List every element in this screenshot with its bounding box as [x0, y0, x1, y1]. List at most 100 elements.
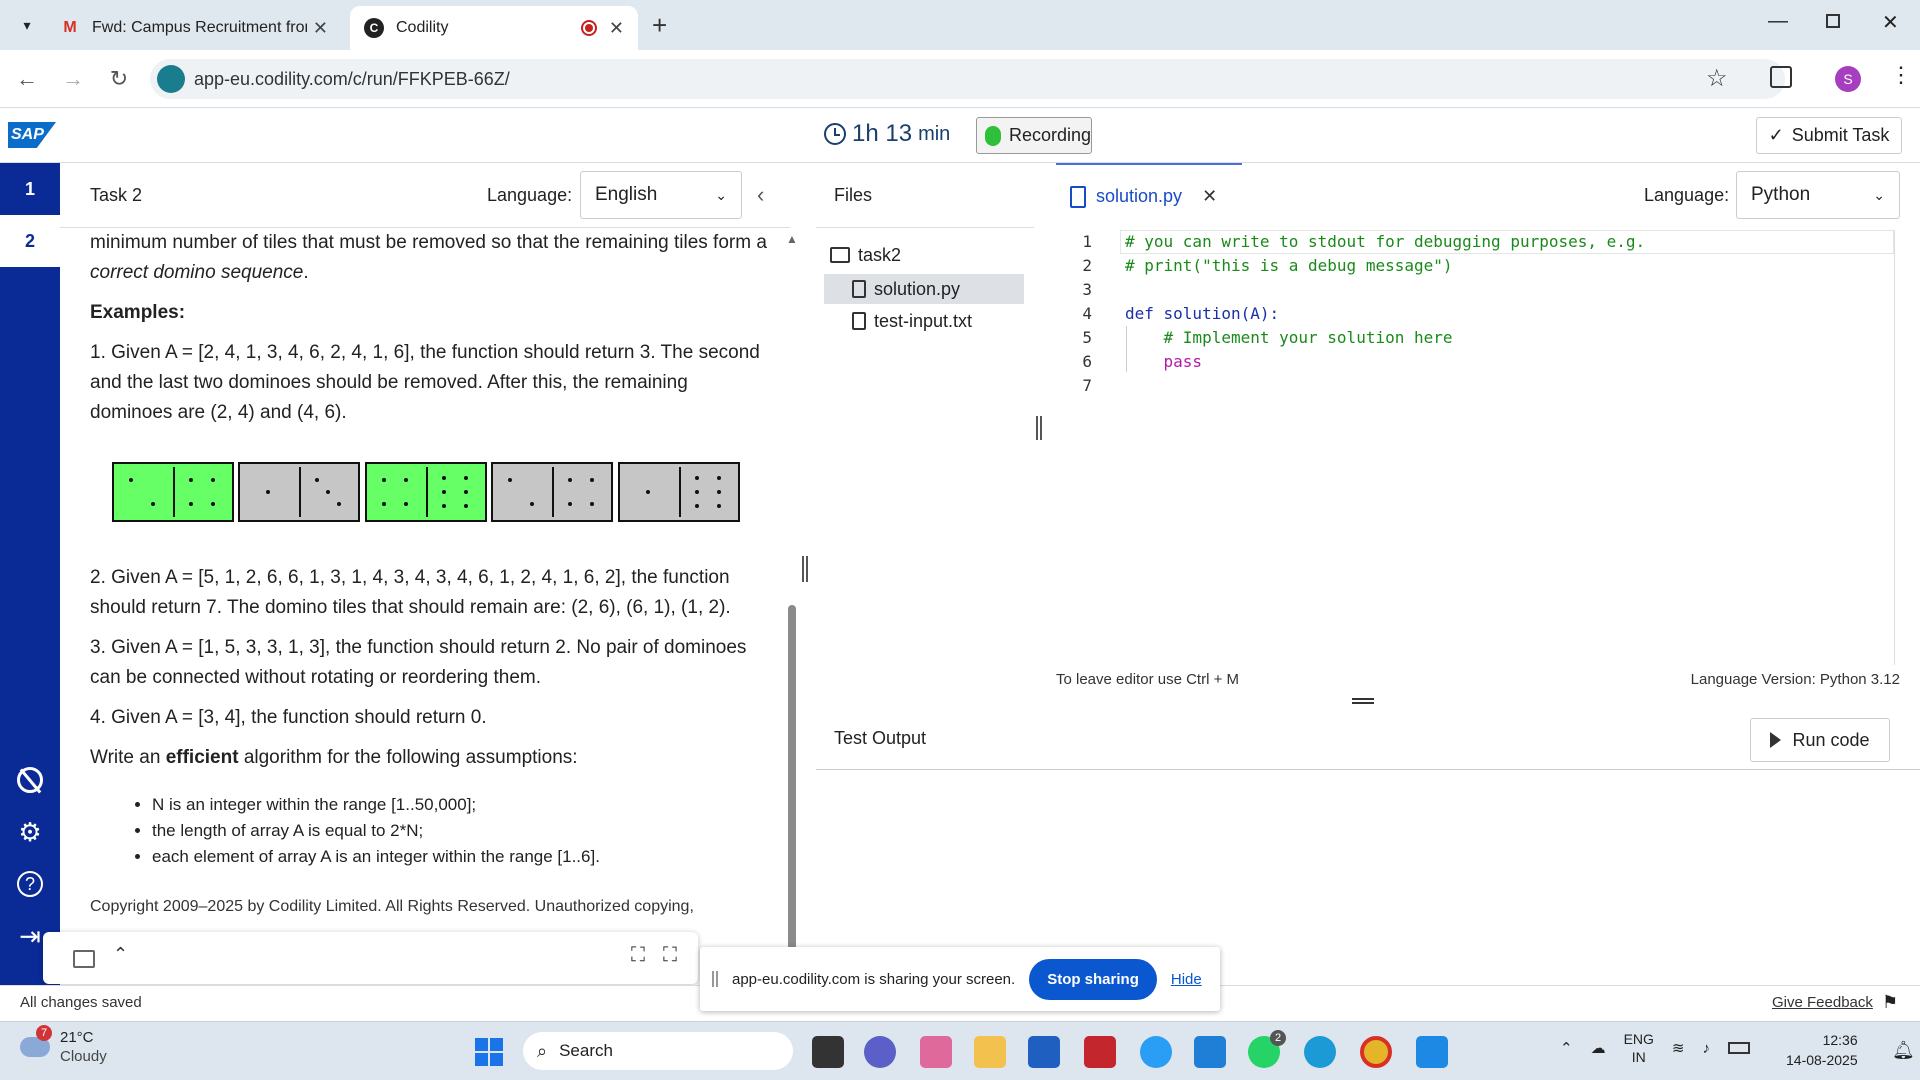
- code-editor[interactable]: [1044, 228, 1894, 663]
- taskbar-search[interactable]: ⌕ Search: [523, 1032, 793, 1070]
- editor-language-select[interactable]: Python ⌄: [1736, 171, 1900, 219]
- teams-chat-icon[interactable]: [864, 1036, 896, 1068]
- run-code-label: Run code: [1792, 729, 1870, 750]
- store-icon[interactable]: [1028, 1036, 1060, 1068]
- windows-start-icon[interactable]: [475, 1038, 503, 1066]
- myhp-icon[interactable]: [1194, 1036, 1226, 1068]
- task-view-icon[interactable]: [812, 1036, 844, 1068]
- mcafee-icon[interactable]: [1084, 1036, 1116, 1068]
- help-icon[interactable]: ?: [14, 868, 46, 900]
- drag-handle-icon[interactable]: [712, 971, 718, 987]
- sidebar-task-1[interactable]: 1: [0, 163, 60, 215]
- close-icon[interactable]: ✕: [609, 18, 624, 39]
- domino-pip: [442, 475, 446, 480]
- editor-tab-solution[interactable]: solution.py ✕: [1056, 163, 1242, 228]
- file-solution-py[interactable]: solution.py: [824, 274, 1024, 304]
- code-line: # print("this is a debug message"): [1125, 256, 1453, 275]
- help-app-icon[interactable]: [1140, 1036, 1172, 1068]
- chrome-icon[interactable]: [1360, 1036, 1392, 1068]
- domino-pip: [464, 504, 468, 509]
- fullscreen-icon[interactable]: ⛶: [663, 944, 677, 967]
- file-test-input[interactable]: test-input.txt: [852, 306, 972, 336]
- browser-menu-icon[interactable]: ⋮: [1890, 62, 1912, 88]
- close-icon[interactable]: ✕: [313, 18, 328, 39]
- recording-label: Recording: [1008, 125, 1091, 145]
- volume-icon[interactable]: ♪: [1703, 1040, 1711, 1057]
- url-bar[interactable]: app-eu.codility.com/c/run/FFKPEB-66Z/: [150, 59, 1785, 99]
- gear-icon[interactable]: ⚙: [14, 816, 46, 848]
- vscode-icon[interactable]: [1416, 1036, 1448, 1068]
- restore-icon[interactable]: [1826, 14, 1840, 28]
- stop-sharing-button[interactable]: Stop sharing: [1029, 958, 1157, 1000]
- exit-icon[interactable]: ⇥: [14, 920, 46, 952]
- domino-pip: [590, 478, 594, 482]
- collapse-panel-icon[interactable]: ‹: [757, 182, 764, 208]
- back-icon[interactable]: ←: [12, 64, 42, 94]
- sidebar-task-2[interactable]: 2: [0, 215, 60, 267]
- domino-pip: [404, 478, 408, 482]
- close-window-icon[interactable]: ✕: [1882, 10, 1899, 35]
- folder-task2[interactable]: task2: [830, 240, 901, 270]
- scroll-up-icon[interactable]: ▲: [786, 232, 798, 246]
- extensions-icon[interactable]: [1770, 66, 1792, 88]
- hide-share-bar-link[interactable]: Hide: [1171, 971, 1202, 988]
- wifi-icon[interactable]: ≋: [1672, 1039, 1685, 1057]
- editor-scrollbar[interactable]: [1894, 230, 1908, 665]
- task-intro: minimum number of tiles that must be rem…: [90, 232, 767, 283]
- tab-codility[interactable]: C Codility ✕: [350, 6, 638, 50]
- minimize-icon[interactable]: —: [1768, 10, 1788, 33]
- tab-search-dropdown-icon[interactable]: ▾: [14, 12, 40, 38]
- edge-icon[interactable]: [1304, 1036, 1336, 1068]
- vertical-splitter[interactable]: [1036, 416, 1042, 440]
- system-tray: ⌃ ☁ ENG IN ≋ ♪: [1560, 1030, 1750, 1066]
- vertical-splitter[interactable]: [802, 556, 808, 582]
- domino-pip: [646, 490, 650, 494]
- hide-eye-icon[interactable]: [14, 764, 46, 796]
- bookmark-star-icon[interactable]: ☆: [1706, 64, 1728, 93]
- chevron-down-icon: ⌄: [715, 186, 727, 203]
- avatar[interactable]: S: [1835, 66, 1861, 92]
- horizontal-splitter[interactable]: [1352, 698, 1374, 704]
- site-info-icon[interactable]: [157, 65, 185, 93]
- system-clock[interactable]: 12:36 14-08-2025: [1786, 1030, 1858, 1070]
- search-placeholder: Search: [559, 1041, 613, 1060]
- task-scrollbar[interactable]: [788, 605, 796, 950]
- domino-pip: [568, 478, 572, 482]
- tab-label: Fwd: Campus Recruitment from: [92, 19, 307, 36]
- battery-icon[interactable]: [1728, 1042, 1750, 1054]
- gmail-icon: M: [63, 19, 77, 36]
- domino-pip: [326, 490, 330, 494]
- give-feedback-link[interactable]: Give Feedback: [1772, 994, 1873, 1011]
- input-language[interactable]: ENG IN: [1624, 1030, 1654, 1066]
- domino-pip: [464, 490, 468, 494]
- files-tree: task2 solution.py test-input.txt: [816, 228, 1034, 693]
- code-line: def solution(A):: [1125, 304, 1280, 323]
- submit-task-button[interactable]: ✓ Submit Task: [1756, 117, 1902, 154]
- tab-gmail[interactable]: M Fwd: Campus Recruitment from ✕: [46, 6, 342, 50]
- chevron-up-icon[interactable]: ⌃: [113, 944, 128, 965]
- camera-icon[interactable]: [73, 950, 95, 968]
- flag-icon[interactable]: ⚑: [1882, 992, 1898, 1013]
- task-language-select[interactable]: English ⌄: [580, 171, 742, 219]
- file-explorer-icon[interactable]: [974, 1036, 1006, 1068]
- onedrive-icon[interactable]: ☁: [1591, 1039, 1606, 1057]
- chevron-up-icon[interactable]: ⌃: [1560, 1039, 1573, 1057]
- notification-bell-icon[interactable]: 🔔︎: [1892, 1040, 1915, 1061]
- task-language-value: English: [595, 184, 658, 205]
- whatsapp-icon[interactable]: 2: [1248, 1030, 1286, 1068]
- copilot-icon[interactable]: [920, 1036, 952, 1068]
- forward-icon[interactable]: →: [58, 64, 88, 94]
- task-language-label: Language:: [487, 185, 573, 205]
- example-1: 1. Given A = [2, 4, 1, 3, 4, 6, 2, 4, 1,…: [90, 342, 760, 423]
- timer: 1h 13 min: [824, 120, 950, 148]
- domino-pip: [337, 502, 341, 506]
- submit-task-label: Submit Task: [1791, 125, 1890, 145]
- new-tab-button[interactable]: +: [652, 10, 667, 41]
- weather-widget[interactable]: 7 21°C Cloudy: [20, 1025, 107, 1066]
- reload-icon[interactable]: ↻: [104, 64, 134, 94]
- timer-unit: min: [918, 122, 951, 145]
- close-icon[interactable]: ✕: [1202, 186, 1217, 207]
- line-number: 4: [1082, 304, 1092, 323]
- shrink-icon[interactable]: ⛶: [631, 944, 645, 967]
- run-code-button[interactable]: Run code: [1750, 718, 1890, 762]
